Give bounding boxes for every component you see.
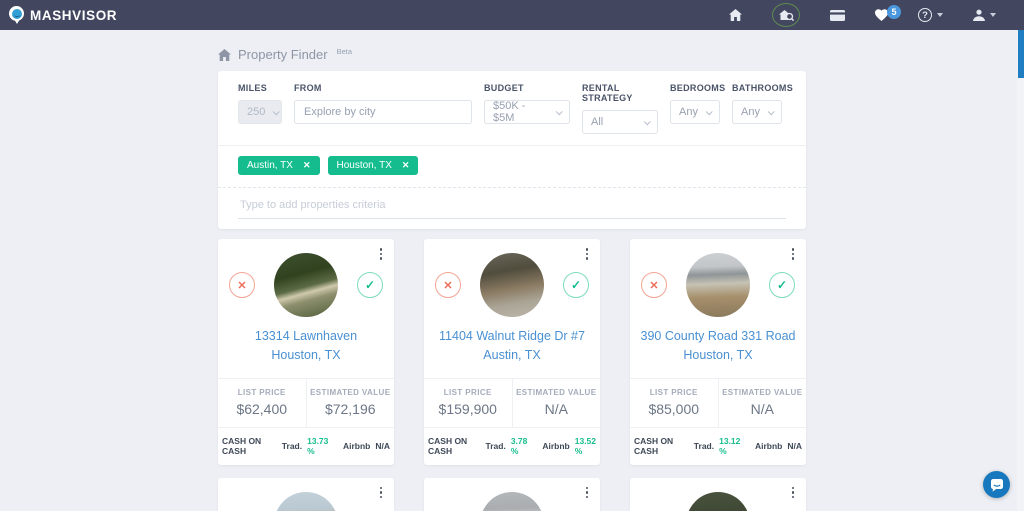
page-scrollbar xyxy=(1017,30,1024,511)
chevron-down-icon xyxy=(556,108,563,115)
mashvisor-logo[interactable]: MASHVISOR xyxy=(9,5,117,25)
chevron-down-icon xyxy=(706,108,713,115)
active-ring xyxy=(772,3,800,27)
estimated-value-stat: ESTIMATED VALUE N/A xyxy=(513,379,601,427)
chevron-down-icon xyxy=(644,118,651,125)
kebab-menu-icon[interactable] xyxy=(375,247,387,261)
miles-select[interactable]: 250 xyxy=(238,100,282,124)
account-icon[interactable] xyxy=(973,9,996,21)
filter-row: MILES 250 FROM BUDGET $50K - $5M RENTAL … xyxy=(238,83,786,134)
scrollbar-thumb[interactable] xyxy=(1018,30,1024,78)
budget-select[interactable]: $50K - $5M xyxy=(484,100,570,124)
kebab-menu-icon[interactable] xyxy=(787,247,799,261)
bedrooms-label: BEDROOMS xyxy=(670,83,720,93)
from-label: FROM xyxy=(294,83,472,93)
property-photo[interactable] xyxy=(686,492,750,511)
property-card: ✕ ✓ 11404 Walnut Ridge Dr #7 Austin, TX … xyxy=(424,239,600,465)
property-cards-grid: ✕ ✓ 13314 Lawnhaven Houston, TX LIST PRI… xyxy=(218,239,806,511)
rental-strategy-select[interactable]: All xyxy=(582,110,658,134)
favorites-icon[interactable]: 5 xyxy=(875,9,888,21)
filter-budget: BUDGET $50K - $5M xyxy=(484,83,570,134)
property-photo[interactable] xyxy=(480,253,544,317)
page-title: Property Finder xyxy=(238,47,328,62)
reject-button[interactable]: ✕ xyxy=(435,272,461,298)
home-icon xyxy=(218,49,231,61)
filter-rental-strategy: RENTAL STRATEGY All xyxy=(582,83,658,134)
brand-name: MASHVISOR xyxy=(30,8,117,23)
top-navbar: MASHVISOR 5 ? xyxy=(0,0,1024,30)
chat-launcher-button[interactable] xyxy=(983,471,1010,498)
bathrooms-select[interactable]: Any xyxy=(732,100,782,124)
property-address-link[interactable]: 390 County Road 331 Road Houston, TX xyxy=(630,327,806,366)
filter-bedrooms: BEDROOMS Any xyxy=(670,83,720,134)
filter-bathrooms: BATHROOMS Any xyxy=(732,83,782,134)
estimated-value-stat: ESTIMATED VALUE $72,196 xyxy=(307,379,395,427)
accept-button[interactable]: ✓ xyxy=(357,272,383,298)
accept-button[interactable]: ✓ xyxy=(563,272,589,298)
accept-button[interactable]: ✓ xyxy=(769,272,795,298)
miles-label: MILES xyxy=(238,83,282,93)
breadcrumb: Property Finder Beta xyxy=(218,47,806,62)
city-tags: Austin, TX ✕ Houston, TX ✕ xyxy=(238,146,786,175)
list-price-stat: LIST PRICE $159,900 xyxy=(424,379,513,427)
city-tag-houston[interactable]: Houston, TX ✕ xyxy=(328,156,419,175)
budget-label: BUDGET xyxy=(484,83,570,93)
chevron-down-icon xyxy=(990,13,996,17)
bathrooms-label: BATHROOMS xyxy=(732,83,782,93)
beta-badge: Beta xyxy=(337,47,352,56)
property-photo[interactable] xyxy=(274,492,338,511)
property-address-link[interactable]: 13314 Lawnhaven Houston, TX xyxy=(218,327,394,366)
property-card: ✕ ✓ 2708 Winbern St Houston, TX xyxy=(630,478,806,511)
bedrooms-select[interactable]: Any xyxy=(670,100,720,124)
chevron-down-icon xyxy=(937,13,943,17)
reject-button[interactable]: ✕ xyxy=(229,272,255,298)
criteria-input[interactable] xyxy=(238,188,786,219)
cash-on-cash-row: CASH ON CASH Trad. 13.73 % Airbnb N/A xyxy=(218,427,394,465)
rental-strategy-label: RENTAL STRATEGY xyxy=(582,83,658,103)
city-tag-austin[interactable]: Austin, TX ✕ xyxy=(238,156,320,175)
property-photo[interactable] xyxy=(480,492,544,511)
property-card: ✕ ✓ 108 RyLee Austin, TX xyxy=(218,478,394,511)
kebab-menu-icon[interactable] xyxy=(787,486,799,500)
filter-from: FROM xyxy=(294,83,472,134)
help-icon[interactable]: ? xyxy=(918,8,943,22)
property-finder-icon[interactable] xyxy=(772,3,800,27)
chevron-down-icon xyxy=(768,108,775,115)
property-card: ✕ ✓ 390 County Road 331 Road Houston, TX… xyxy=(630,239,806,465)
billing-icon[interactable] xyxy=(830,10,845,21)
navbar-icons: 5 ? xyxy=(729,3,996,27)
list-price-stat: LIST PRICE $62,400 xyxy=(218,379,307,427)
filter-miles: MILES 250 xyxy=(238,83,282,134)
property-card: ✕ ✓ 13314 Lawnhaven Houston, TX LIST PRI… xyxy=(218,239,394,465)
city-search-input[interactable] xyxy=(294,100,472,124)
reject-button[interactable]: ✕ xyxy=(641,272,667,298)
property-photo[interactable] xyxy=(274,253,338,317)
remove-tag-icon[interactable]: ✕ xyxy=(303,161,311,170)
list-price-stat: LIST PRICE $85,000 xyxy=(630,379,719,427)
cash-on-cash-row: CASH ON CASH Trad. 13.12 % Airbnb N/A xyxy=(630,427,806,465)
chat-bubble-icon xyxy=(990,478,1004,492)
estimated-value-stat: ESTIMATED VALUE N/A xyxy=(719,379,807,427)
kebab-menu-icon[interactable] xyxy=(375,486,387,500)
remove-tag-icon[interactable]: ✕ xyxy=(402,161,410,170)
property-card: ✕ ✓ 7101 Siepel DR Austin, TX xyxy=(424,478,600,511)
kebab-menu-icon[interactable] xyxy=(581,486,593,500)
home-icon[interactable] xyxy=(729,9,742,21)
mashvisor-pin-icon xyxy=(9,5,24,25)
property-photo[interactable] xyxy=(686,253,750,317)
property-address-link[interactable]: 11404 Walnut Ridge Dr #7 Austin, TX xyxy=(424,327,600,366)
cash-on-cash-row: CASH ON CASH Trad. 3.78 % Airbnb 13.52 % xyxy=(424,427,600,465)
favorites-count-badge: 5 xyxy=(887,5,901,19)
filter-panel: MILES 250 FROM BUDGET $50K - $5M RENTAL … xyxy=(218,71,806,229)
chevron-down-icon xyxy=(273,108,280,115)
kebab-menu-icon[interactable] xyxy=(581,247,593,261)
main-content: Property Finder Beta MILES 250 FROM BUDG… xyxy=(218,0,806,511)
